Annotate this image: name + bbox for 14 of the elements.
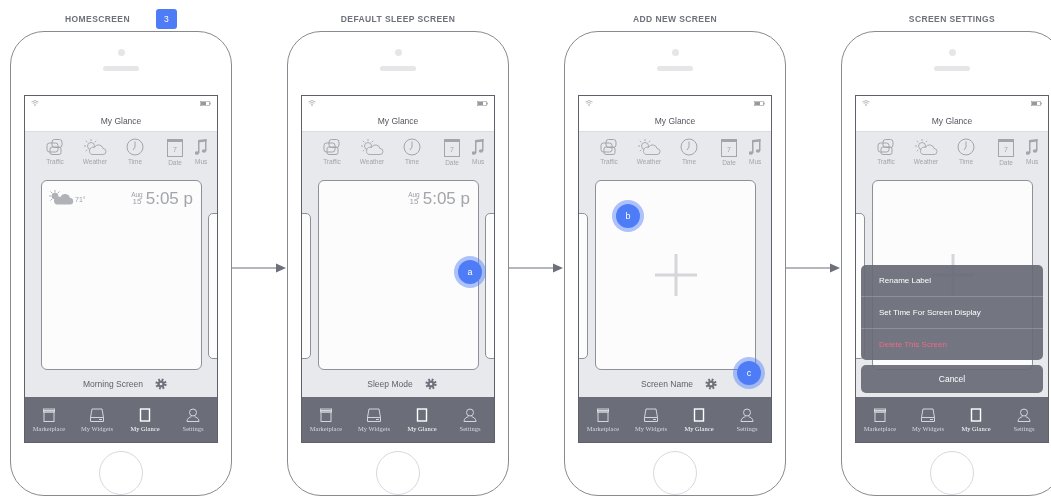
- app-title: My Glance: [654, 115, 696, 126]
- screen-heading: ADD NEW SCREEN: [633, 13, 717, 24]
- screen-heading: SCREEN SETTINGS: [908, 13, 996, 24]
- screen-heading: HOMESCREEN: [65, 13, 130, 24]
- app-title: My Glance: [931, 115, 973, 126]
- app-title: My Glance: [100, 115, 142, 126]
- step-badge: 3: [155, 8, 177, 29]
- date-day: 15: [132, 198, 142, 207]
- date-day: 15: [409, 198, 419, 207]
- screen-heading: DEFAULT SLEEP SCREEN: [340, 13, 456, 24]
- clock-time: 5:05 p: [145, 189, 193, 209]
- app-title: My Glance: [377, 115, 419, 126]
- clock-time: 5:05 p: [422, 189, 470, 209]
- annotation-marker: c: [737, 361, 761, 385]
